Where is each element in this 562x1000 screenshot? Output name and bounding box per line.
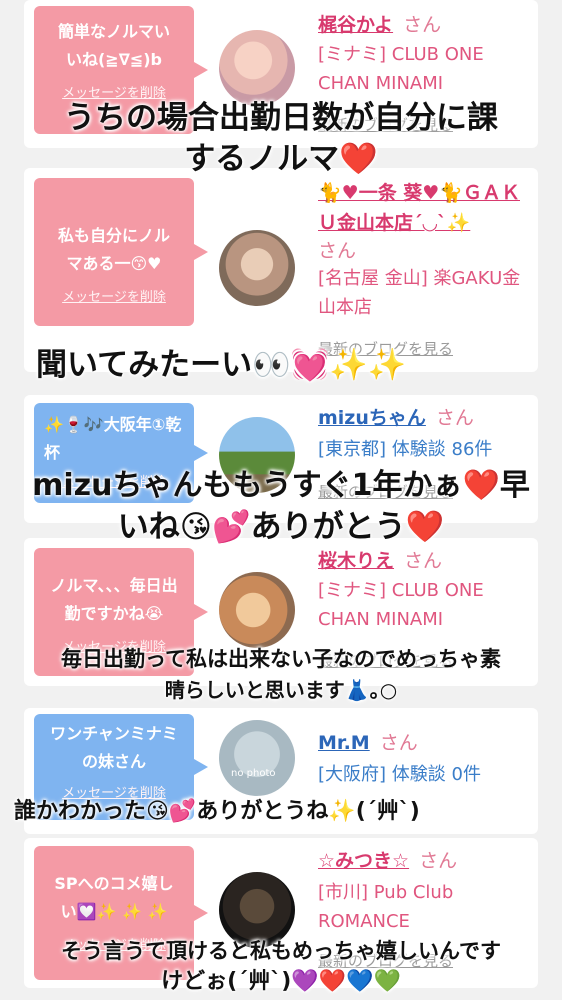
no-photo-label: no photo <box>231 768 276 779</box>
user-name-link[interactable]: 梶谷かよ <box>318 14 393 36</box>
message-text: ✨🍷🎶大阪年①乾杯 <box>44 415 182 462</box>
caption-line: 聞いてみたーい👀💓✨✨ <box>36 347 407 383</box>
caption-line: mizuちゃんももうすぐ1年かぁ❤️早 <box>32 468 530 503</box>
user-name-row: mizuちゃん さん <box>318 405 474 431</box>
user-name-link[interactable]: Mr.M <box>318 732 370 754</box>
message-bubble: 私も自分にノルマある一😙♥ メッセージを削除 <box>34 178 208 326</box>
avatar[interactable] <box>219 30 295 106</box>
caption-line: 毎日出勤って私は出来ない子なのでめっちゃ素 <box>61 647 501 671</box>
user-name-link[interactable]: 桜木りえ <box>318 550 394 572</box>
caption-line: けどぉ(´艸`)💜❤️💙💚 <box>161 969 401 994</box>
avatar[interactable] <box>219 572 295 648</box>
avatar[interactable] <box>219 230 295 306</box>
user-name-row: 梶谷かよ さん <box>318 12 441 38</box>
user-name-row: 桜木りえ さん <box>318 548 442 574</box>
user-name-row: ☆みつき☆ さん <box>318 848 457 874</box>
message-text: 簡単なノルマいいね(≧∇≦)b <box>57 22 170 69</box>
avatar[interactable]: no photo <box>219 720 295 796</box>
honorific: さん <box>419 850 458 872</box>
honorific: さん <box>318 240 357 262</box>
caption-line: うちの場合出勤日数が自分に課 <box>64 100 498 136</box>
message-text: ワンチャンミナミの妹さん <box>50 724 178 771</box>
user-name-row: 🐈♥一条 葵♥🐈ＧＡＫＵ金山本店´◡`✨ さん <box>318 178 533 264</box>
user-name-row: Mr.M さん <box>318 730 418 756</box>
message-text: SPへのコメ嬉しい💟✨ ✨ ✨ <box>54 874 174 921</box>
caption-line: 誰かわかった😘💕ありがとうね✨(´艸`) <box>14 799 420 824</box>
message-card: 私も自分にノルマある一😙♥ メッセージを削除 🐈♥一条 葵♥🐈ＧＡＫＵ金山本店´… <box>24 168 538 372</box>
honorific: さん <box>435 407 474 429</box>
user-info: [東京都] 体験談 86件 <box>318 439 493 460</box>
user-name-link[interactable]: 🐈♥一条 葵♥🐈ＧＡＫＵ金山本店´◡`✨ <box>318 182 520 234</box>
honorific: さん <box>404 550 443 572</box>
caption-line: そう言うて頂けると私もめっちゃ嬉しいんです <box>61 939 501 963</box>
honorific: さん <box>379 732 418 754</box>
delete-message-link[interactable]: メッセージを削除 <box>44 286 184 305</box>
user-name-link[interactable]: mizuちゃん <box>318 407 426 429</box>
user-name-link[interactable]: ☆みつき☆ <box>318 850 409 872</box>
user-info: [名古屋 金山] 楽GAKU金山本店 <box>318 268 521 318</box>
user-info: [ミナミ] CLUB ONE CHAN MINAMI <box>318 44 484 94</box>
message-text: 私も自分にノルマある一😙♥ <box>57 226 170 273</box>
user-info: [ミナミ] CLUB ONE CHAN MINAMI <box>318 580 484 630</box>
caption-line: するノルマ❤️ <box>184 141 378 177</box>
user-info: [大阪府] 体験談 0件 <box>318 764 481 785</box>
message-text: ノルマ、、、毎日出勤ですかね😭 <box>50 576 178 623</box>
caption-line: いね😘💕ありがとう❤️ <box>117 509 445 545</box>
honorific: さん <box>403 14 442 36</box>
user-info: [市川] Pub Club ROMANCE <box>318 882 454 932</box>
caption-line: 晴らしいと思います👗｡○ <box>164 678 398 702</box>
